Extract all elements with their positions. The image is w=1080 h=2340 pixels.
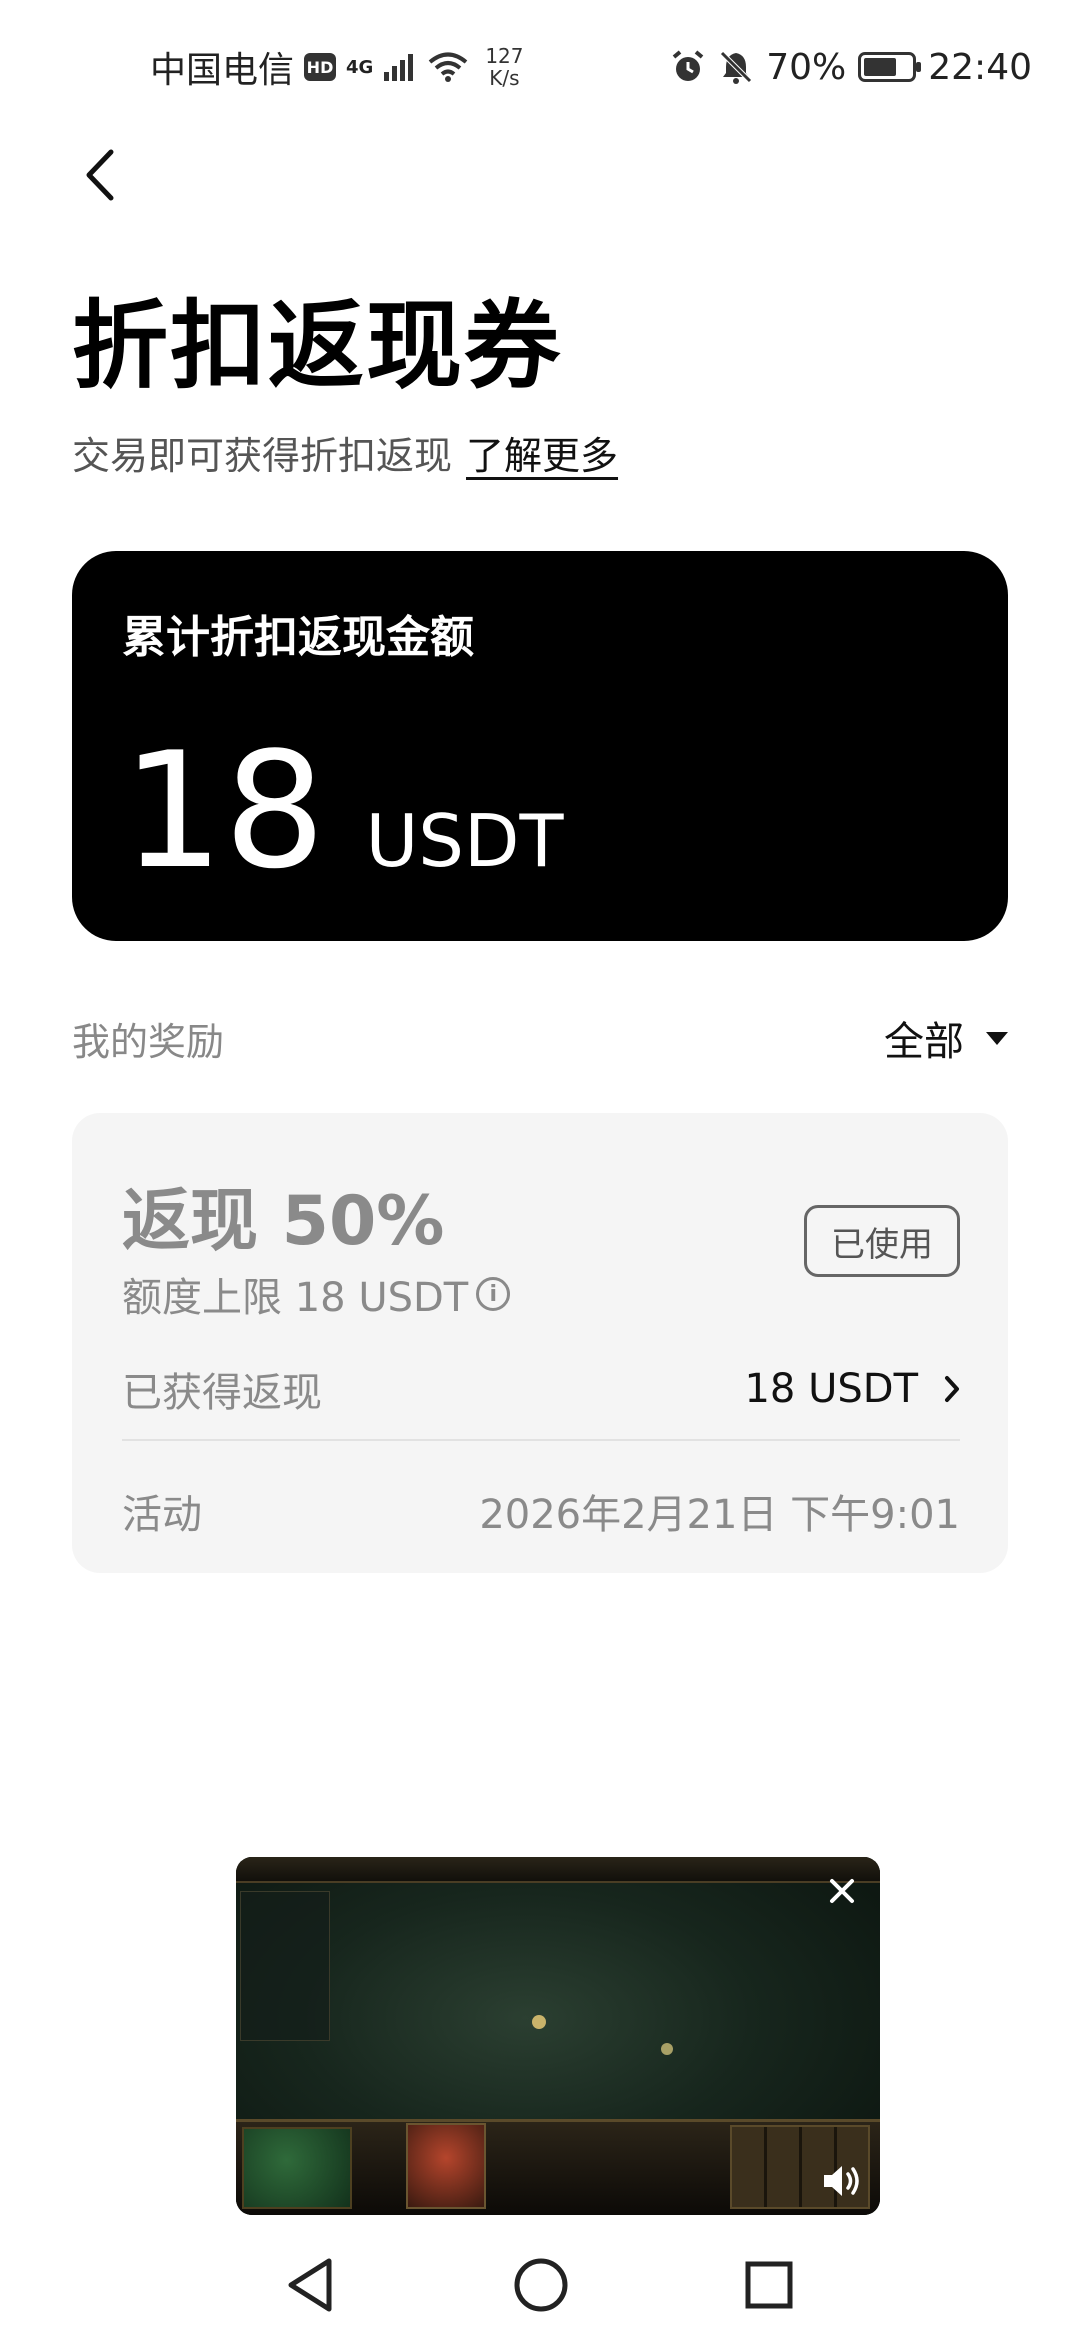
rewards-header: 我的奖励 全部	[72, 1008, 1008, 1068]
video-game-portrait	[406, 2123, 486, 2209]
status-bar: 中国电信 HD 4G 127 K/s 70% 22:40	[0, 0, 1080, 130]
earned-label: 已获得返现	[122, 1370, 322, 1416]
dropdown-triangle-icon	[986, 1031, 1008, 1045]
subtitle-row: 交易即可获得折扣返现 了解更多	[72, 425, 618, 480]
earned-cashback-row[interactable]: 已获得返现 18 USDT	[122, 1349, 960, 1429]
reward-card[interactable]: 返现 50% 额度上限 18 USDT i 已使用 已获得返现 18 USDT …	[72, 1113, 1008, 1573]
status-badge: 已使用	[804, 1205, 960, 1277]
video-game-minimap	[242, 2127, 352, 2209]
filter-label: 全部	[884, 1019, 964, 1065]
total-cashback-value: 18	[122, 717, 326, 904]
system-nav-bar	[0, 2230, 1080, 2340]
info-icon[interactable]: i	[476, 1277, 511, 1311]
reward-title: 返现 50%	[122, 1182, 445, 1261]
status-left: 中国电信 HD 4G 127 K/s	[150, 44, 524, 91]
earned-value: 18 USDT	[744, 1366, 918, 1412]
battery-fill	[864, 58, 897, 76]
close-button[interactable]	[822, 1871, 862, 1911]
video-game-side-panel	[240, 1891, 330, 2041]
video-game-unit	[532, 2014, 547, 2029]
battery-percent: 70%	[766, 46, 847, 88]
activity-label: 活动	[122, 1492, 202, 1538]
volume-icon	[824, 2166, 859, 2196]
page-title: 折扣返现券	[72, 290, 562, 402]
alarm-icon	[672, 50, 704, 81]
close-icon	[830, 1879, 854, 1903]
recents-square-icon	[745, 2261, 793, 2309]
net-speed-unit: K/s	[489, 66, 520, 90]
activity-row: 活动 2026年2月21日 下午9:01	[122, 1471, 960, 1551]
total-cashback-card: 累计折扣返现金额 18 USDT	[72, 551, 1008, 941]
earned-value-group: 18 USDT	[744, 1366, 960, 1412]
carrier-name: 中国电信	[150, 50, 295, 91]
net-speed-value: 127	[485, 44, 524, 68]
total-cashback-label: 累计折扣返现金额	[122, 612, 474, 663]
reward-limit-row: 额度上限 18 USDT i	[122, 1265, 511, 1323]
chevron-right-icon	[945, 1376, 959, 1402]
clock: 22:40	[928, 46, 1032, 88]
divider	[122, 1439, 960, 1441]
total-cashback-unit: USDT	[365, 799, 564, 883]
status-right: 70% 22:40	[670, 44, 1032, 90]
net-speed: 127 K/s	[485, 45, 523, 89]
home-circle-icon	[514, 2258, 568, 2312]
signal-icon	[384, 54, 414, 81]
video-game-topbar	[236, 1857, 880, 1883]
video-game-hud	[236, 2119, 880, 2215]
back-arrow-icon	[86, 149, 114, 201]
activity-time: 2026年2月21日 下午9:01	[479, 1492, 960, 1538]
floating-video-player[interactable]	[236, 1857, 880, 2215]
learn-more-link[interactable]: 了解更多	[466, 425, 618, 480]
nav-home-button[interactable]	[506, 2250, 576, 2320]
rewards-title: 我的奖励	[72, 1019, 225, 1064]
wifi-icon	[429, 52, 468, 82]
mute-icon	[720, 51, 753, 84]
back-button[interactable]	[70, 140, 130, 210]
nav-recents-button[interactable]	[734, 2250, 804, 2320]
battery-icon	[858, 52, 922, 82]
subtitle-text: 交易即可获得折扣返现	[72, 434, 453, 478]
hd-badge: HD	[304, 53, 337, 81]
volume-button[interactable]	[818, 2159, 866, 2203]
network-type: 4G	[346, 56, 374, 78]
total-cashback-amount: 18 USDT	[122, 731, 563, 891]
reward-limit: 额度上限 18 USDT	[122, 1275, 469, 1321]
rewards-filter-dropdown[interactable]: 全部	[884, 1009, 1008, 1067]
back-triangle-icon	[288, 2258, 332, 2312]
nav-back-button[interactable]	[275, 2250, 345, 2320]
